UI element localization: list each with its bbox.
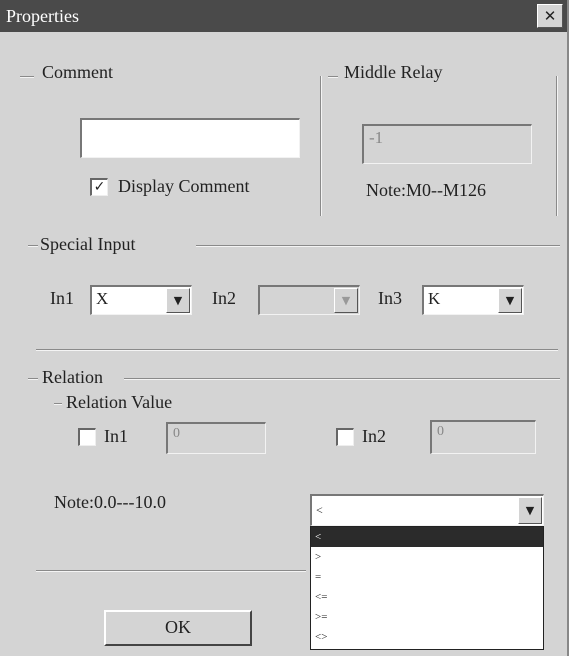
relation-in2-input[interactable]: 0 xyxy=(430,420,536,454)
relation-value-line xyxy=(54,403,62,405)
special-in3-label: In3 xyxy=(378,288,402,308)
check-icon: ✓ xyxy=(93,179,106,195)
operator-option[interactable]: < xyxy=(311,527,543,547)
display-comment-label: Display Comment xyxy=(118,176,250,196)
chevron-down-icon[interactable]: ▼ xyxy=(518,497,542,524)
special-input-line-right xyxy=(196,245,560,247)
chevron-down-icon[interactable]: ▼ xyxy=(498,288,522,313)
ok-button[interactable]: OK xyxy=(104,610,252,646)
properties-dialog: Properties ✕ Comment ✓ Display Comment M… xyxy=(0,0,569,656)
close-button[interactable]: ✕ xyxy=(537,4,563,28)
bottom-divider xyxy=(36,570,306,572)
relation-value-label: Relation Value xyxy=(66,392,173,412)
operator-option[interactable]: > xyxy=(311,547,543,567)
middle-relay-note: Note:M0--M126 xyxy=(366,180,486,200)
relation-in2-checkbox[interactable] xyxy=(336,428,354,446)
operator-option[interactable]: = xyxy=(311,567,543,587)
middle-relay-input[interactable]: -1 xyxy=(362,124,532,164)
relation-group-label: Relation xyxy=(42,367,103,387)
middle-relay-group-label: Middle Relay xyxy=(344,62,443,82)
special-in1-select[interactable]: X ▼ xyxy=(90,285,192,315)
relation-note: Note:0.0---10.0 xyxy=(54,492,166,512)
special-in1-value: X xyxy=(96,289,109,308)
relation-operator-select[interactable]: < ▼ xyxy=(310,494,544,526)
relation-in1-input[interactable]: 0 xyxy=(166,422,266,454)
operator-option[interactable]: >= xyxy=(311,607,543,627)
operator-option[interactable]: <= xyxy=(311,587,543,607)
special-input-group-label: Special Input xyxy=(40,234,136,254)
special-in3-select[interactable]: K ▼ xyxy=(422,285,524,315)
relation-in2-label: In2 xyxy=(362,426,386,446)
title-bar[interactable]: Properties ✕ xyxy=(0,0,567,32)
chevron-down-icon[interactable]: ▼ xyxy=(334,288,358,313)
comment-group-line xyxy=(20,76,34,78)
window-title: Properties xyxy=(6,6,79,26)
special-in2-select[interactable]: ▼ xyxy=(258,285,360,315)
middle-relay-group-line xyxy=(328,76,338,78)
special-input-line-left xyxy=(28,245,38,247)
close-icon: ✕ xyxy=(543,7,557,25)
special-in2-label: In2 xyxy=(212,288,236,308)
relation-in1-checkbox[interactable] xyxy=(78,428,96,446)
relation-line-right xyxy=(124,378,560,380)
relation-operator-list[interactable]: < > = <= >= <> xyxy=(310,526,544,650)
chevron-down-icon[interactable]: ▼ xyxy=(166,288,190,313)
comment-input[interactable] xyxy=(80,118,300,158)
middle-relay-left-line xyxy=(320,76,322,216)
comment-group-label: Comment xyxy=(42,62,113,82)
special-in3-value: K xyxy=(428,289,441,308)
relation-operator-value: < xyxy=(316,503,323,517)
operator-option[interactable]: <> xyxy=(311,627,543,647)
middle-relay-right-line xyxy=(556,76,558,216)
relation-line-left xyxy=(28,378,38,380)
relation-in1-label: In1 xyxy=(104,426,128,446)
divider xyxy=(36,349,558,351)
special-in1-label: In1 xyxy=(50,288,74,308)
display-comment-checkbox[interactable]: ✓ xyxy=(90,178,108,196)
